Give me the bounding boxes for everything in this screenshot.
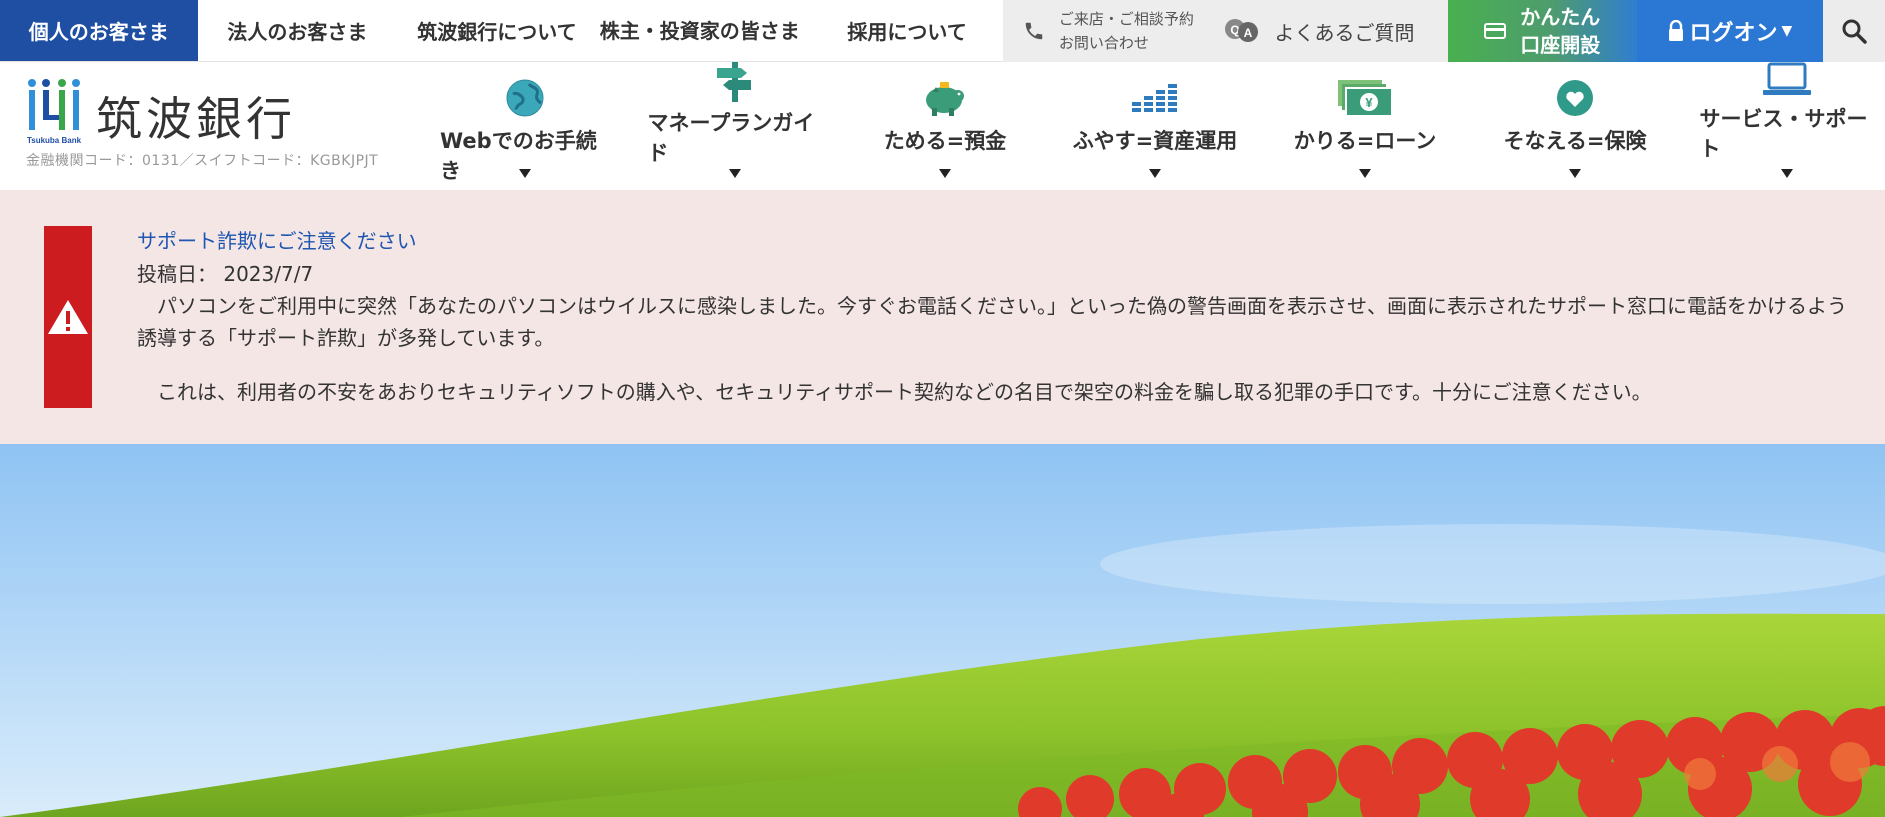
faq-chat-icon: QA [1225,19,1259,42]
signpost-icon [717,62,751,102]
hero-landscape-illustration [0,444,1885,817]
tsukuba-bank-logo-icon: Tsukuba Bank [27,79,82,145]
nav-label: そなえる=保険 [1503,129,1647,153]
nav-web-procedures[interactable]: Webでのお手続き [440,62,610,190]
dropdown-arrow-icon [1359,169,1371,178]
top-utility-bar: 個人のお客さま 法人のお客さま 筑波銀行について 株主・投資家の皆さま 採用につ… [0,0,1885,62]
contact-line2: お問い合わせ [1058,34,1149,52]
tab-label: 個人のお客さま [28,20,169,44]
heart-icon [1557,80,1593,116]
tab-investors[interactable]: 株主・投資家の皆さま [597,0,812,61]
phone-icon [1025,22,1043,40]
contact-line1: ご来店・ご相談予約 [1058,10,1194,28]
nav-money-plan-guide[interactable]: マネープランガイド [640,62,830,190]
tab-label: 筑波銀行について [417,20,577,44]
alert-title-link[interactable]: サポート詐欺にご注意ください [137,225,417,254]
nav-insurance[interactable]: そなえる=保険 [1495,62,1655,190]
bank-code-line: 金融機関コード：0131／スイフトコード：KGBKJPJT [26,153,379,169]
bank-logo[interactable]: Tsukuba Bank 筑波銀行 [26,77,296,149]
open-account-line2: 口座開設 [1520,33,1601,57]
svg-text:A: A [1244,26,1253,40]
alert-body-paragraph-1: パソコンをご利用中に突然「あなたのパソコンはウイルスに感染しました。今すぐお電話… [137,294,1847,350]
hero-image [0,444,1885,817]
banknote-icon: ¥ [1338,80,1393,117]
main-navigation: Tsukuba Bank 筑波銀行 金融機関コード：0131／スイフトコード：K… [0,62,1885,190]
tab-recruitment[interactable]: 採用について [811,0,1003,61]
laptop-icon [1763,62,1811,95]
faq-label: よくあるご質問 [1274,20,1415,45]
chevron-down-icon: ▼ [1781,23,1793,39]
open-account-button[interactable]: かんたん 口座開設 [1447,0,1637,62]
lock-icon [1669,20,1684,41]
alert-marker [44,226,92,408]
nav-label: マネープランガイド [647,111,815,165]
open-account-line1: かんたん [1520,5,1601,29]
bar-growth-icon [1132,84,1177,112]
search-button[interactable] [1823,0,1885,62]
dropdown-arrow-icon [1781,169,1793,178]
bank-name: 筑波銀行 [96,92,296,146]
svg-text:Tsukuba Bank: Tsukuba Bank [27,136,82,145]
globe-icon [506,79,544,117]
nav-asset-management[interactable]: ふやす=資産運用 [1070,62,1240,190]
tab-corporate-customers[interactable]: 法人のお客さま [198,0,398,61]
dropdown-arrow-icon [729,169,741,178]
fraud-alert-banner: サポート詐欺にご注意ください 投稿日： 2023/7/7 パソコンをご利用中に突… [0,190,1885,444]
nav-label: かりる=ローン [1293,129,1437,153]
tab-label: 法人のお客さま [227,20,368,44]
nav-label: ためる=預金 [883,129,1007,153]
piggy-bank-icon [926,82,964,116]
alert-post-date: 投稿日： 2023/7/7 [137,262,314,286]
dropdown-arrow-icon [939,169,951,178]
dropdown-arrow-icon [1149,169,1161,178]
nav-savings[interactable]: ためる=預金 [870,62,1020,190]
card-icon [1484,23,1507,39]
tab-about-bank[interactable]: 筑波銀行について [397,0,597,61]
warning-icon [48,300,88,334]
contact-link[interactable]: ご来店・ご相談予約 お問い合わせ [1002,0,1223,62]
nav-label: サービス・サポート [1699,107,1868,161]
tab-label: 株主・投資家の皆さま [599,18,800,43]
nav-services-support[interactable]: サービス・サポート [1692,62,1882,190]
dropdown-arrow-icon [1569,169,1581,178]
tab-label: 採用について [847,20,967,44]
tab-personal-customers[interactable]: 個人のお客さま [0,0,198,61]
dropdown-arrow-icon [519,169,531,178]
nav-label: ふやす=資産運用 [1072,129,1238,153]
logon-label: ログオン [1689,21,1778,46]
nav-loans[interactable]: ¥ かりる=ローン [1290,62,1440,190]
faq-link[interactable]: QA よくあるご質問 [1222,0,1448,62]
search-icon [1842,19,1867,44]
alert-body-paragraph-2: これは、利用者の不安をあおりセキュリティソフトの購入や、セキュリティサポート契約… [157,380,1652,404]
svg-text:¥: ¥ [1365,95,1373,110]
logon-button[interactable]: ログオン ▼ [1636,0,1824,62]
